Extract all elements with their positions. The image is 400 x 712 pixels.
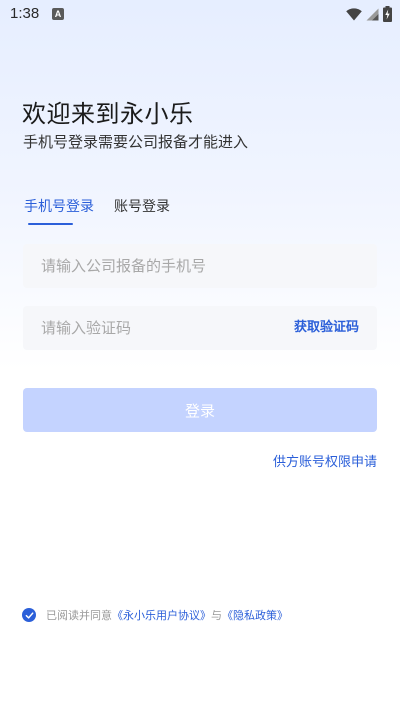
active-tab-indicator <box>28 223 73 225</box>
check-icon <box>25 611 33 619</box>
user-agreement-link[interactable]: 《永小乐用户协议》 <box>112 607 211 623</box>
agreement-connector: 与 <box>211 609 222 622</box>
tab-account-login[interactable]: 账号登录 <box>114 196 170 216</box>
wifi-icon <box>346 7 362 20</box>
agree-checkbox[interactable] <box>22 608 36 622</box>
supplier-account-apply-link[interactable]: 供方账号权限申请 <box>273 451 377 470</box>
privacy-policy-link[interactable]: 《隐私政策》 <box>222 607 288 623</box>
status-time: 1:38 <box>10 5 40 22</box>
status-bar: 1:38 A <box>0 0 400 28</box>
welcome-title: 欢迎来到永小乐 <box>22 100 194 128</box>
signal-icon <box>366 8 379 20</box>
welcome-subtitle: 手机号登录需要公司报备才能进入 <box>23 133 249 151</box>
notification-a-icon: A <box>52 8 64 20</box>
code-field-container: 获取验证码 <box>23 306 377 350</box>
battery-charging-icon <box>383 6 392 22</box>
phone-input[interactable] <box>41 244 361 288</box>
login-button[interactable]: 登录 <box>23 388 377 432</box>
tab-phone-login[interactable]: 手机号登录 <box>24 196 94 216</box>
get-code-button[interactable]: 获取验证码 <box>294 306 359 350</box>
verification-code-input[interactable] <box>41 306 271 350</box>
agreement-prefix: 已阅读并同意 <box>46 609 112 622</box>
agreement-row: 已阅读并同意 《永小乐用户协议》 与 《隐私政策》 <box>22 606 288 624</box>
status-icons <box>346 5 392 23</box>
phone-field-container <box>23 244 377 288</box>
